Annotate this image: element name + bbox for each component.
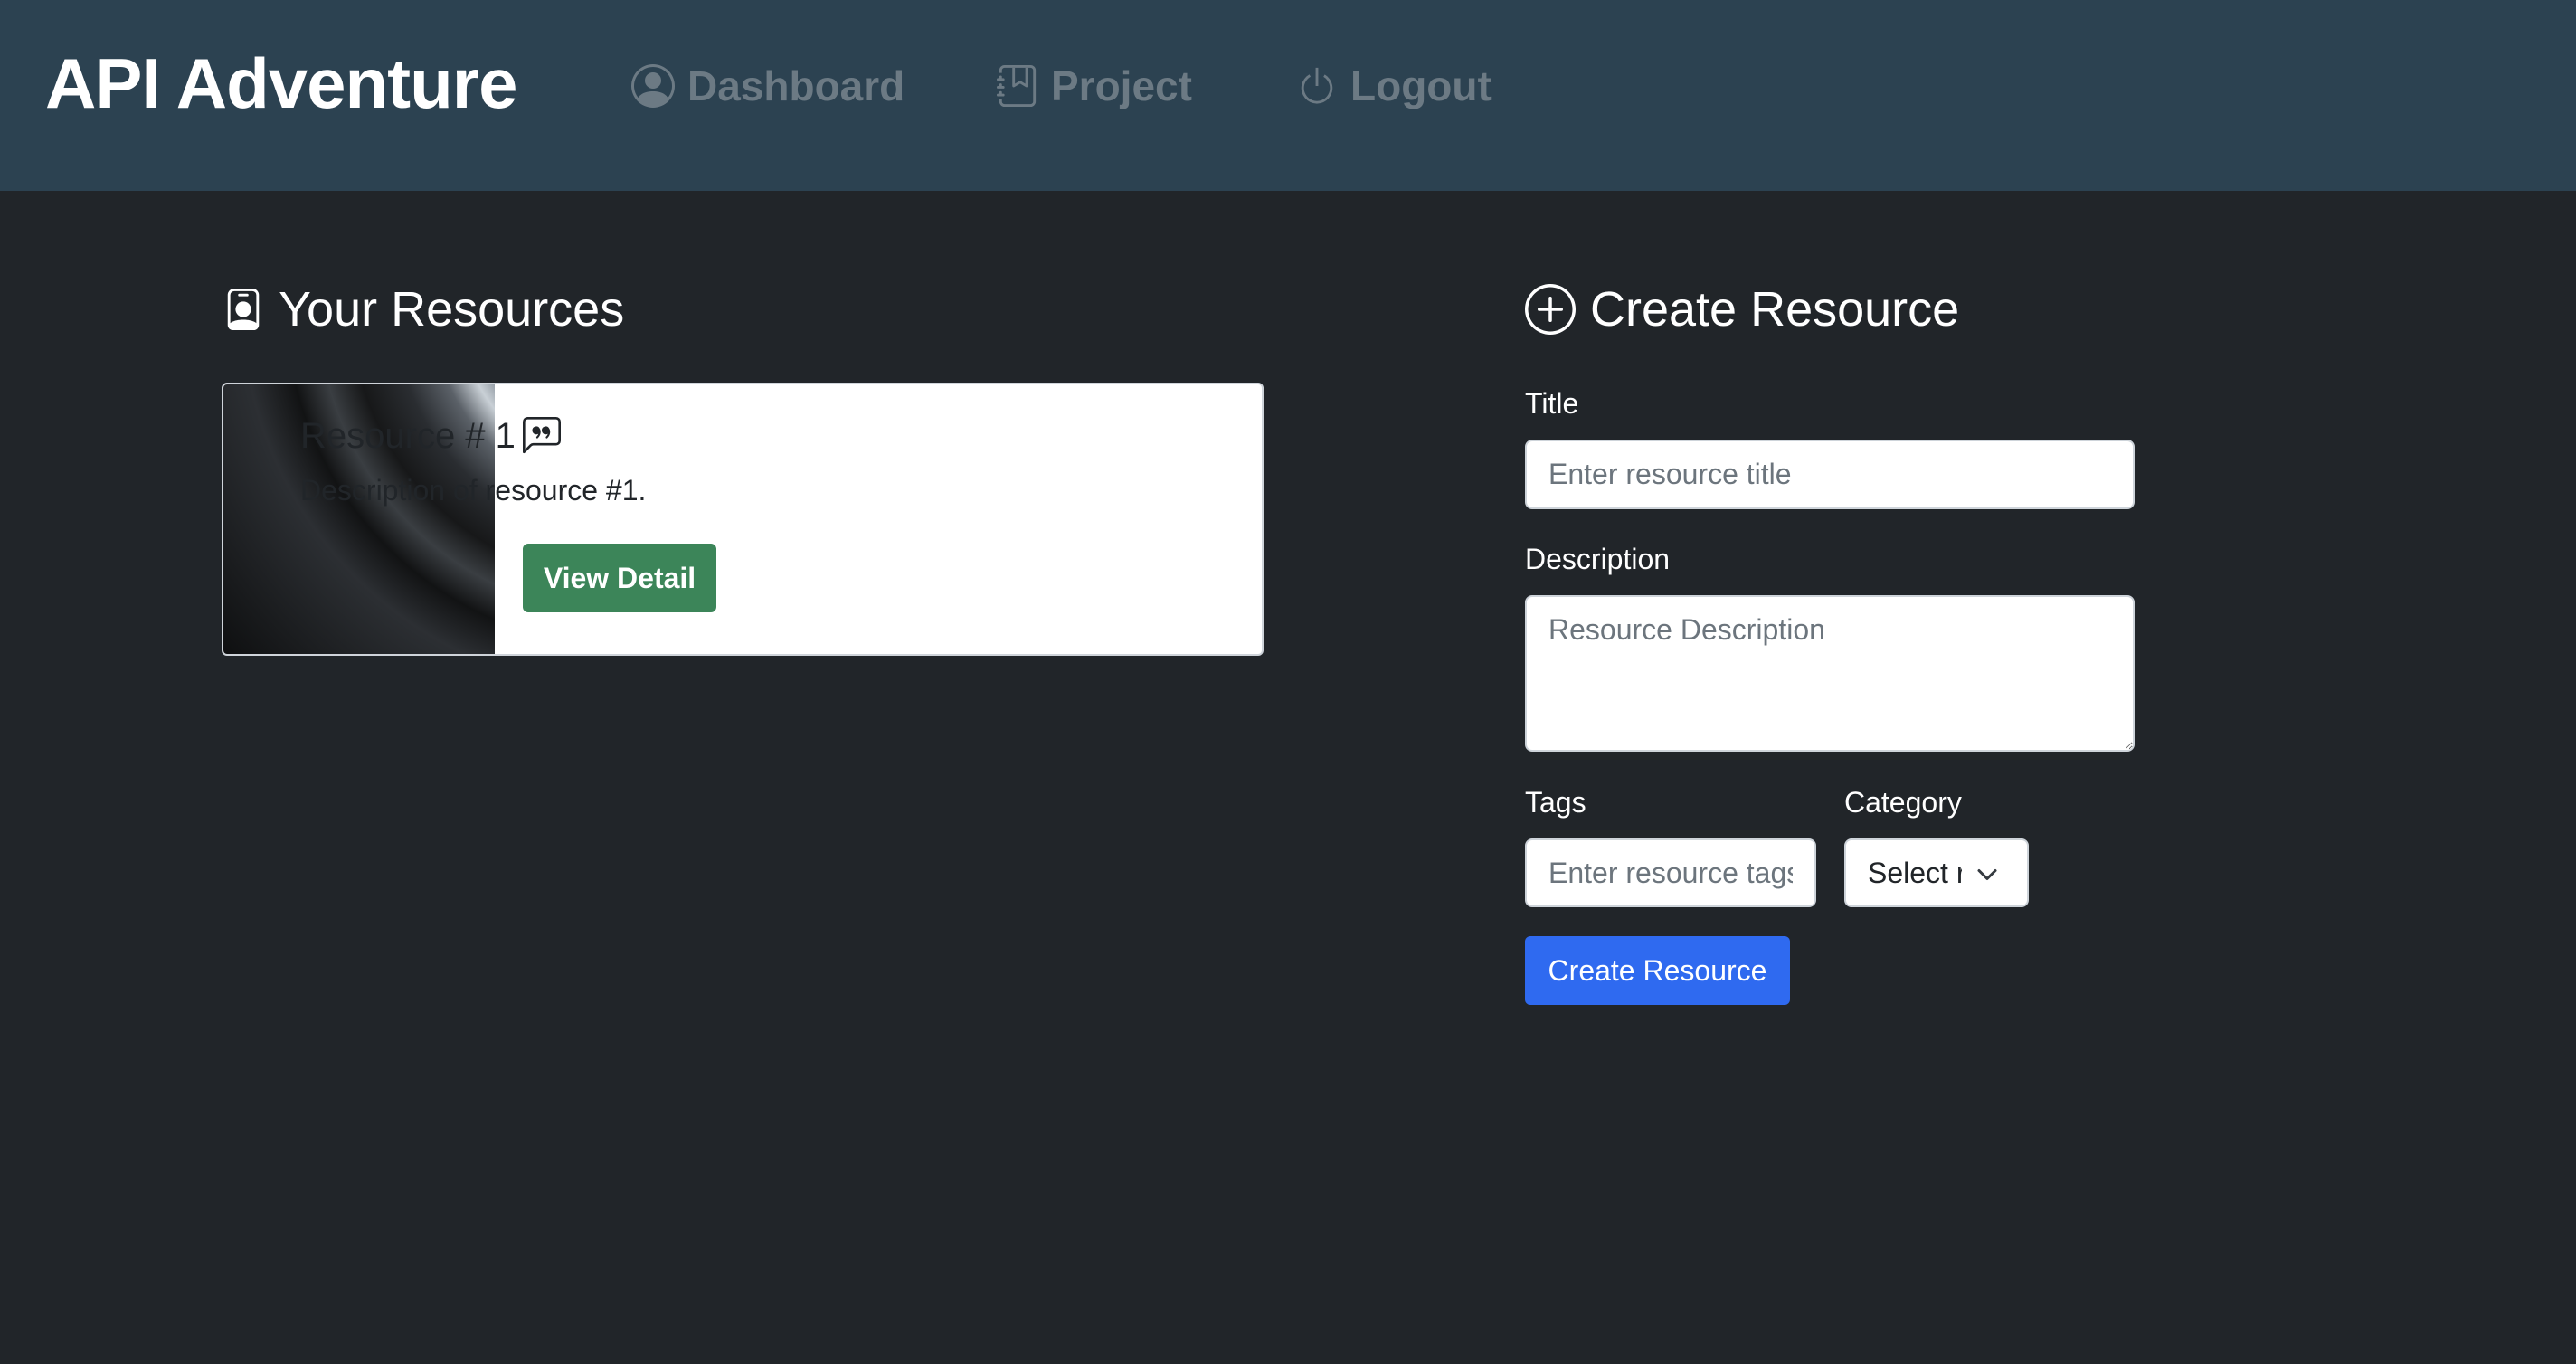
category-select[interactable]: Select resource type	[1844, 838, 2029, 907]
plus-circle-icon	[1525, 284, 1576, 335]
view-detail-button[interactable]: View Detail	[523, 544, 716, 612]
resource-card-title-text: Resource # 1	[300, 415, 516, 456]
navbar: API Adventure Dashboard Project Logout	[0, 0, 2576, 191]
brand-title[interactable]: API Adventure	[45, 38, 518, 128]
category-selected-value: Select resource type	[1868, 856, 1962, 889]
your-resources-heading: Your Resources	[223, 273, 624, 346]
description-label: Description	[1525, 543, 1671, 575]
chat-quote-icon	[522, 417, 561, 454]
nav-project-label: Project	[1051, 62, 1192, 109]
category-label: Category	[1844, 786, 1962, 819]
your-resources-heading-text: Your Resources	[279, 282, 625, 336]
nav-logout[interactable]: Logout	[1296, 54, 1492, 118]
chevron-down-icon	[1977, 869, 1997, 880]
nav-dashboard[interactable]: Dashboard	[631, 54, 904, 118]
resource-card-description: Description of resource #1.	[300, 474, 647, 507]
nav-logout-label: Logout	[1350, 62, 1492, 109]
nav-project[interactable]: Project	[997, 54, 1192, 118]
power-icon	[1301, 67, 1333, 104]
person-circle-icon	[631, 64, 675, 108]
tags-label: Tags	[1525, 786, 1586, 819]
create-resource-heading-text: Create Resource	[1590, 282, 1960, 336]
tags-input[interactable]	[1525, 838, 1816, 907]
person-badge-icon	[227, 289, 260, 330]
resource-card-title: Resource # 1	[300, 409, 561, 463]
journal-bookmark-icon	[997, 65, 1037, 107]
create-resource-button[interactable]: Create Resource	[1525, 936, 1790, 1005]
description-textarea[interactable]	[1525, 595, 2135, 752]
title-input[interactable]	[1525, 440, 2135, 509]
title-label: Title	[1525, 387, 1579, 420]
nav-dashboard-label: Dashboard	[687, 62, 905, 109]
create-resource-heading: Create Resource	[1525, 273, 1959, 346]
